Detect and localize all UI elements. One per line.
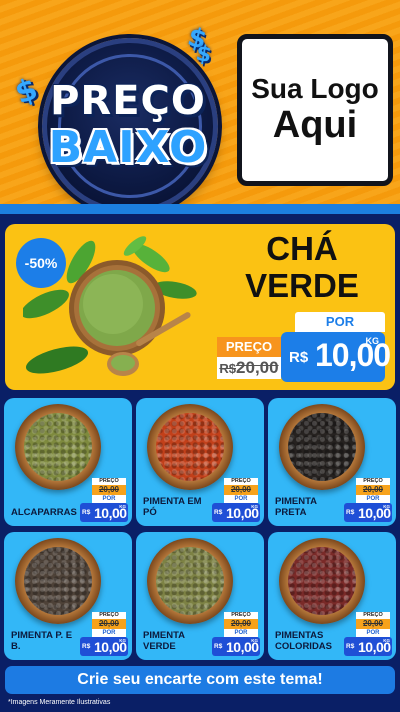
new-price-currency: R$: [289, 349, 309, 366]
logo-text-line2: Aqui: [272, 103, 358, 146]
new-price-currency: R$: [82, 509, 91, 516]
new-price-unit: KG: [383, 504, 390, 509]
old-price-label: PREÇO: [217, 337, 281, 357]
new-price-currency: R$: [214, 509, 223, 516]
old-price-label: PREÇO: [92, 612, 126, 619]
new-price-value: R$ 10,00 KG: [80, 503, 128, 522]
new-price-label: POR: [295, 312, 385, 332]
product-price-tag: PREÇO 20,00 POR R$ 10,00 KG: [80, 478, 128, 522]
new-price-unit: KG: [251, 504, 258, 509]
old-price-label: PREÇO: [356, 612, 390, 619]
product-price-tag: PREÇO 20,00 POR R$ 10,00 KG: [344, 478, 392, 522]
old-price-amount: 20,00: [224, 619, 258, 629]
featured-title-line2: VERDE: [245, 267, 359, 304]
new-price-label: POR: [92, 629, 126, 637]
new-price-unit: KG: [251, 638, 258, 643]
new-price-value: R$ 10,00 KG: [212, 637, 260, 656]
new-price-tag: POR R$ 10,00 KG: [281, 312, 391, 382]
spice-contents: [288, 547, 356, 615]
new-price-currency: R$: [346, 509, 355, 516]
dollar-sign-icon: $: [193, 40, 214, 69]
new-price-value: R$ 10,00 KG: [344, 503, 392, 522]
product-name: PIMENTAS COLORIDAS: [275, 630, 332, 652]
header-divider: [0, 204, 400, 214]
new-price-label: POR: [224, 629, 258, 637]
featured-title: CHÁ VERDE: [223, 230, 381, 304]
logo-placeholder[interactable]: Sua Logo Aqui: [237, 34, 393, 186]
new-price-label: POR: [224, 495, 258, 503]
new-price-label: POR: [356, 629, 390, 637]
old-price-currency: R$: [219, 361, 237, 376]
old-price-tag: PREÇO R$20,00: [217, 337, 281, 379]
featured-title-line1: CHÁ: [266, 230, 338, 267]
spice-contents: [156, 413, 224, 481]
product-name: ALCAPARRAS: [11, 507, 77, 518]
spice-contents: [24, 547, 92, 615]
product-price-tag: PREÇO 20,00 POR R$ 10,00 KG: [212, 478, 260, 522]
product-name: PIMENTA P. E B.: [11, 630, 73, 652]
old-price-amount: 20,00: [92, 619, 126, 629]
product-card[interactable]: PIMENTA EM PÓ PREÇO 20,00 POR R$ 10,00 KG: [136, 398, 264, 526]
product-card[interactable]: PIMENTA VERDE PREÇO 20,00 POR R$ 10,00 KG: [136, 532, 264, 660]
product-price-tag: PREÇO 20,00 POR R$ 10,00 KG: [344, 612, 392, 656]
old-price-amount: 20,00: [224, 485, 258, 495]
old-price-amount: 20,00: [236, 358, 279, 377]
logo-text-line1: Sua Logo: [251, 72, 379, 104]
new-price-label: POR: [92, 495, 126, 503]
new-price-unit: KG: [383, 638, 390, 643]
old-price-value: R$20,00: [217, 357, 281, 379]
create-flyer-button[interactable]: Crie seu encarte com este tema!: [5, 666, 395, 694]
old-price-label: PREÇO: [224, 478, 258, 485]
preco-baixo-badge: $ $ $ PREÇO BAIXO: [11, 20, 232, 212]
old-price-label: PREÇO: [224, 612, 258, 619]
new-price-unit: KG: [119, 638, 126, 643]
image-disclaimer: *Imagens Meramente Ilustrativas: [8, 699, 111, 706]
old-price-label: PREÇO: [92, 478, 126, 485]
new-price-unit: KG: [119, 504, 126, 509]
new-price-currency: R$: [82, 643, 91, 650]
product-card[interactable]: PIMENTA P. E B. PREÇO 20,00 POR R$ 10,00 KG: [4, 532, 132, 660]
spice-contents: [24, 413, 92, 481]
new-price-value: R$ 10,00 KG: [212, 503, 260, 522]
product-name: PIMENTA PRETA: [275, 496, 317, 518]
old-price-label: PREÇO: [356, 478, 390, 485]
product-grid: ALCAPARRAS PREÇO 20,00 POR R$ 10,00 KG PIMENTA …: [4, 398, 396, 662]
product-price-tag: PREÇO 20,00 POR R$ 10,00 KG: [212, 612, 260, 656]
product-card[interactable]: PIMENTA PRETA PREÇO 20,00 POR R$ 10,00 KG: [268, 398, 396, 526]
product-name: PIMENTA EM PÓ: [143, 496, 202, 518]
product-price-tag: PREÇO 20,00 POR R$ 10,00 KG: [80, 612, 128, 656]
new-price-value: R$ 10,00 KG: [80, 637, 128, 656]
old-price-amount: 20,00: [356, 485, 390, 495]
badge-title-line2: BAIXO: [48, 122, 208, 173]
product-card[interactable]: PIMENTAS COLORIDAS PREÇO 20,00 POR R$ 10,00 KG: [268, 532, 396, 660]
new-price-currency: R$: [214, 643, 223, 650]
new-price-value: R$ 10,00 KG: [281, 332, 391, 382]
header-banner: $ $ $ PREÇO BAIXO Sua Logo Aqui: [0, 0, 400, 212]
badge-title-line1: PREÇO: [50, 78, 206, 124]
spice-contents: [156, 547, 224, 615]
new-price-unit: KG: [365, 336, 380, 346]
new-price-currency: R$: [346, 643, 355, 650]
old-price-amount: 20,00: [356, 619, 390, 629]
new-price-label: POR: [356, 495, 390, 503]
new-price-value: R$ 10,00 KG: [344, 637, 392, 656]
featured-product-card[interactable]: -50% CHÁ VERDE PREÇO R$20,00 POR R$ 10,0…: [5, 224, 395, 390]
product-name: PIMENTA VERDE: [143, 630, 185, 652]
product-card[interactable]: ALCAPARRAS PREÇO 20,00 POR R$ 10,00 KG: [4, 398, 132, 526]
old-price-amount: 20,00: [92, 485, 126, 495]
discount-badge: -50%: [16, 238, 66, 288]
spice-contents: [288, 413, 356, 481]
